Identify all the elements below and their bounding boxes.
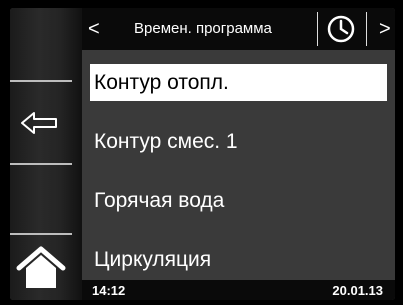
menu-item-mixing-circuit-1[interactable]: Контур смес. 1 <box>90 123 387 160</box>
menu-list: Контур отопл. Контур смес. 1 Горячая вод… <box>90 64 387 300</box>
status-bar: 14:12 20.01.13 <box>82 280 395 300</box>
page-title: Времен. программа <box>134 20 272 37</box>
menu-item-hot-water[interactable]: Горячая вода <box>90 182 387 219</box>
date-display: 20.01.13 <box>332 283 383 298</box>
device-screen: < Времен. программа > Контур отопл. Конт… <box>0 0 403 305</box>
back-button[interactable] <box>20 110 60 136</box>
home-icon <box>16 246 66 288</box>
menu-item-heating-circuit[interactable]: Контур отопл. <box>90 64 387 101</box>
back-arrow-icon <box>21 112 57 134</box>
chevron-right-icon[interactable]: > <box>379 17 391 41</box>
sidebar-divider <box>10 233 72 235</box>
main-panel: < Времен. программа > Контур отопл. Конт… <box>10 8 395 300</box>
sidebar-divider <box>10 163 72 165</box>
header-divider <box>366 12 367 46</box>
sidebar <box>10 8 82 300</box>
home-button[interactable] <box>15 246 67 290</box>
header-divider <box>317 12 318 46</box>
chevron-left-icon[interactable]: < <box>88 17 100 41</box>
time-display: 14:12 <box>92 283 126 298</box>
sidebar-divider <box>10 80 72 82</box>
clock-icon[interactable] <box>327 15 355 43</box>
menu-item-circulation[interactable]: Циркуляция <box>90 241 387 278</box>
header-bar: < Времен. программа > <box>82 8 395 50</box>
